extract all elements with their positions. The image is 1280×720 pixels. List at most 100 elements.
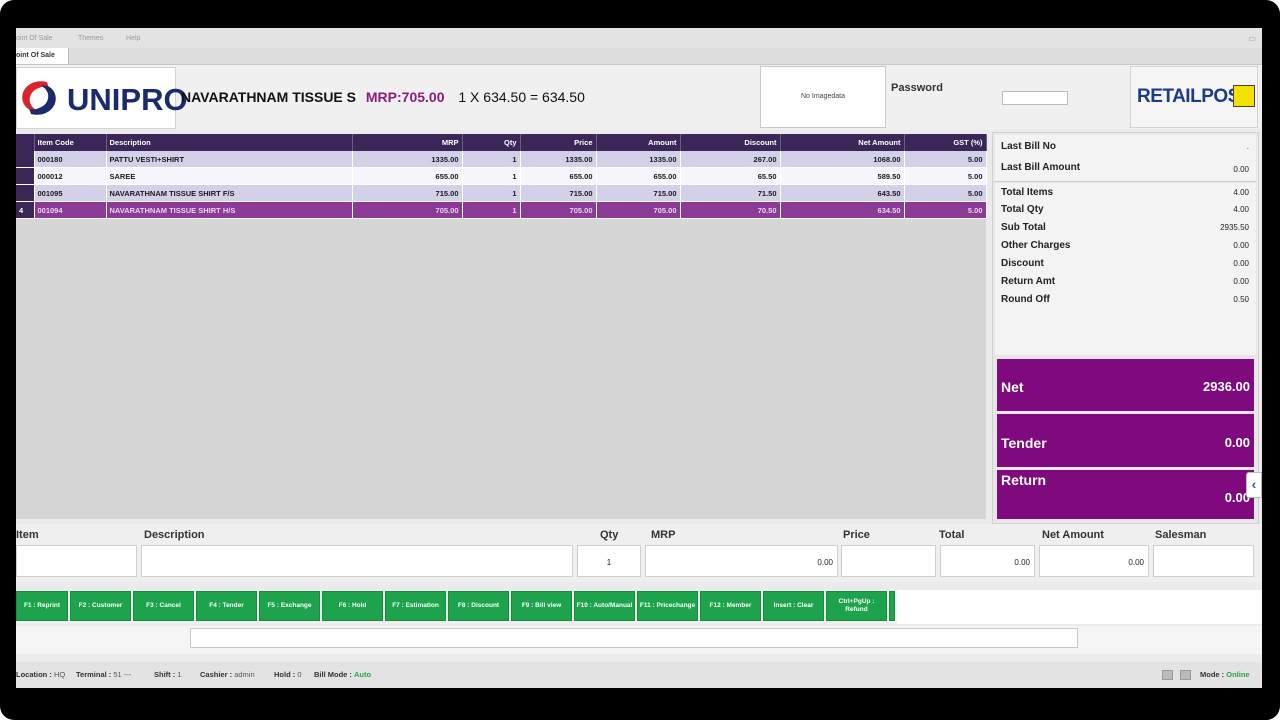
round-off-value: 0.50 — [1233, 295, 1249, 304]
qty-input[interactable]: 1 — [577, 545, 641, 577]
return-amt-row: Return Amt 0.00 — [1001, 276, 1251, 287]
items-grid[interactable]: Item Code Description MRP Qty Price Amou… — [16, 134, 987, 519]
col-discount[interactable]: Discount — [680, 134, 781, 151]
salesman-input[interactable] — [1153, 545, 1254, 577]
more-keys-button[interactable] — [889, 591, 895, 621]
entry-total-label: Total — [939, 529, 965, 541]
reprint-button[interactable]: F1 : Reprint — [16, 591, 68, 621]
last-bill-no-label: Last Bill No — [1001, 141, 1057, 152]
entry-qty-label: Qty — [600, 529, 619, 541]
price-input[interactable] — [841, 545, 936, 577]
total-items-label: Total Items — [1001, 187, 1054, 198]
retailpos-logo: RETAILPOS — [1130, 66, 1258, 128]
col-amount[interactable]: Amount — [596, 134, 681, 151]
keyboard-icon[interactable] — [1162, 670, 1173, 680]
entry-price-label: Price — [843, 529, 870, 541]
cell-item-code: 001094 — [34, 201, 107, 219]
status-hold: Hold : 0 — [274, 670, 302, 679]
table-row[interactable]: 000012 SAREE 655.00 1 655.00 655.00 65.5… — [16, 167, 987, 185]
discount-value: 0.00 — [1233, 259, 1249, 268]
total-input[interactable]: 0.00 — [940, 545, 1035, 577]
item-code-input[interactable] — [16, 545, 137, 577]
cell-mrp: 1335.00 — [352, 151, 463, 168]
table-row[interactable]: 000180 PATTU VESTI+SHIRT 1335.00 1 1335.… — [16, 151, 987, 168]
status-location: Location : HQ — [16, 670, 66, 679]
col-mrp[interactable]: MRP — [352, 134, 463, 151]
estimation-button[interactable]: F7 : Estimation — [385, 591, 446, 621]
row-index — [16, 184, 35, 202]
col-price[interactable]: Price — [520, 134, 597, 151]
cell-description: NAVARATHNAM TISSUE SHIRT F/S — [106, 184, 353, 202]
row-index: 4 — [16, 201, 35, 219]
mrp-input-value: 0.00 — [817, 558, 833, 567]
auto-manual-button[interactable]: F10 : Auto/Manual — [574, 591, 635, 621]
table-row[interactable]: 001095 NAVARATHNAM TISSUE SHIRT F/S 715.… — [16, 184, 987, 202]
menu-themes[interactable]: Themes — [78, 35, 103, 42]
other-charges-label: Other Charges — [1001, 240, 1071, 251]
net-box: Net 2936.00 — [997, 359, 1254, 411]
col-qty[interactable]: Qty — [462, 134, 521, 151]
window-minimize-icon[interactable]: ▭ — [1248, 34, 1256, 43]
menu-help[interactable]: Help — [126, 35, 140, 42]
cell-discount: 65.50 — [680, 167, 781, 185]
items-table: Item Code Description MRP Qty Price Amou… — [16, 134, 987, 219]
menu-bar: oint Of Sale Themes Help ▭ — [16, 28, 1262, 48]
current-item-name: NAVARATHNAM TISSUE S — [181, 89, 356, 105]
description-input[interactable] — [141, 545, 573, 577]
bill-view-button[interactable]: F9 : Bill view — [511, 591, 572, 621]
collapse-panel-icon[interactable]: ‹ — [1246, 472, 1262, 498]
cell-amount: 655.00 — [596, 167, 681, 185]
total-qty-label: Total Qty — [1001, 204, 1044, 215]
discount-button[interactable]: F8 : Discount — [448, 591, 509, 621]
tender-button[interactable]: F4 : Tender — [196, 591, 257, 621]
col-net-amount[interactable]: Net Amount — [780, 134, 905, 151]
pricechange-button[interactable]: F11 : Pricechange — [637, 591, 698, 621]
net-amount-input[interactable]: 0.00 — [1039, 545, 1149, 577]
discount-label: Discount — [1001, 258, 1044, 269]
unipro-swirl-icon — [22, 81, 56, 115]
cell-net-amount: 643.50 — [780, 184, 905, 202]
cell-gst: 5.00 — [904, 201, 987, 219]
col-item-code[interactable]: Item Code — [34, 134, 107, 151]
pos-window: oint Of Sale Themes Help ▭ oint Of Sale … — [16, 28, 1262, 688]
sub-total-value: 2935.50 — [1220, 223, 1249, 232]
unipro-logo-text: UNIPRO — [67, 82, 188, 117]
clear-button[interactable]: Insert : Clear — [763, 591, 824, 621]
items-header-row: Item Code Description MRP Qty Price Amou… — [16, 134, 987, 151]
status-mode: Mode : Online — [1200, 670, 1250, 679]
tab-strip: oint Of Sale — [16, 48, 1262, 65]
last-bill-amount-row: Last Bill Amount 0.00 — [1001, 162, 1251, 174]
row-index — [16, 167, 35, 185]
cancel-button[interactable]: F3 : Cancel — [133, 591, 194, 621]
total-qty-value: 4.00 — [1233, 205, 1249, 214]
refund-button[interactable]: Ctrl+PgUp : Refund — [826, 591, 887, 621]
round-off-label: Round Off — [1001, 294, 1050, 305]
cell-description: PATTU VESTI+SHIRT — [106, 151, 353, 168]
col-gst[interactable]: GST (%) — [904, 134, 987, 151]
cell-amount: 715.00 — [596, 184, 681, 202]
cell-mrp: 655.00 — [352, 167, 463, 185]
return-box: Return 0.00 — [997, 470, 1254, 519]
retailpos-square-icon — [1233, 85, 1255, 107]
entry-net-amount-label: Net Amount — [1042, 529, 1104, 541]
exchange-button[interactable]: F5 : Exchange — [259, 591, 320, 621]
net-value: 2936.00 — [1203, 379, 1250, 394]
item-header: UNIPRO NAVARATHNAM TISSUE S MRP:705.00 1… — [16, 65, 1262, 129]
printer-icon[interactable] — [1180, 670, 1191, 680]
hold-button[interactable]: F6 : Hold — [322, 591, 383, 621]
tab-point-of-sale[interactable]: oint Of Sale — [16, 48, 69, 64]
cell-qty: 1 — [462, 184, 521, 202]
entry-mrp-label: MRP — [651, 529, 676, 541]
menu-point-of-sale[interactable]: oint Of Sale — [16, 35, 53, 42]
entry-salesman-label: Salesman — [1155, 529, 1207, 541]
col-description[interactable]: Description — [106, 134, 353, 151]
customer-button[interactable]: F2 : Customer — [70, 591, 131, 621]
total-items-value: 4.00 — [1233, 188, 1249, 197]
cell-mrp: 705.00 — [352, 201, 463, 219]
password-input[interactable] — [1002, 91, 1068, 105]
member-button[interactable]: F12 : Member — [700, 591, 761, 621]
mrp-input[interactable]: 0.00 — [645, 545, 838, 577]
tender-value: 0.00 — [1224, 435, 1250, 450]
table-row-selected[interactable]: 4 001094 NAVARATHNAM TISSUE SHIRT H/S 70… — [16, 201, 987, 219]
cell-item-code: 000180 — [34, 151, 107, 168]
